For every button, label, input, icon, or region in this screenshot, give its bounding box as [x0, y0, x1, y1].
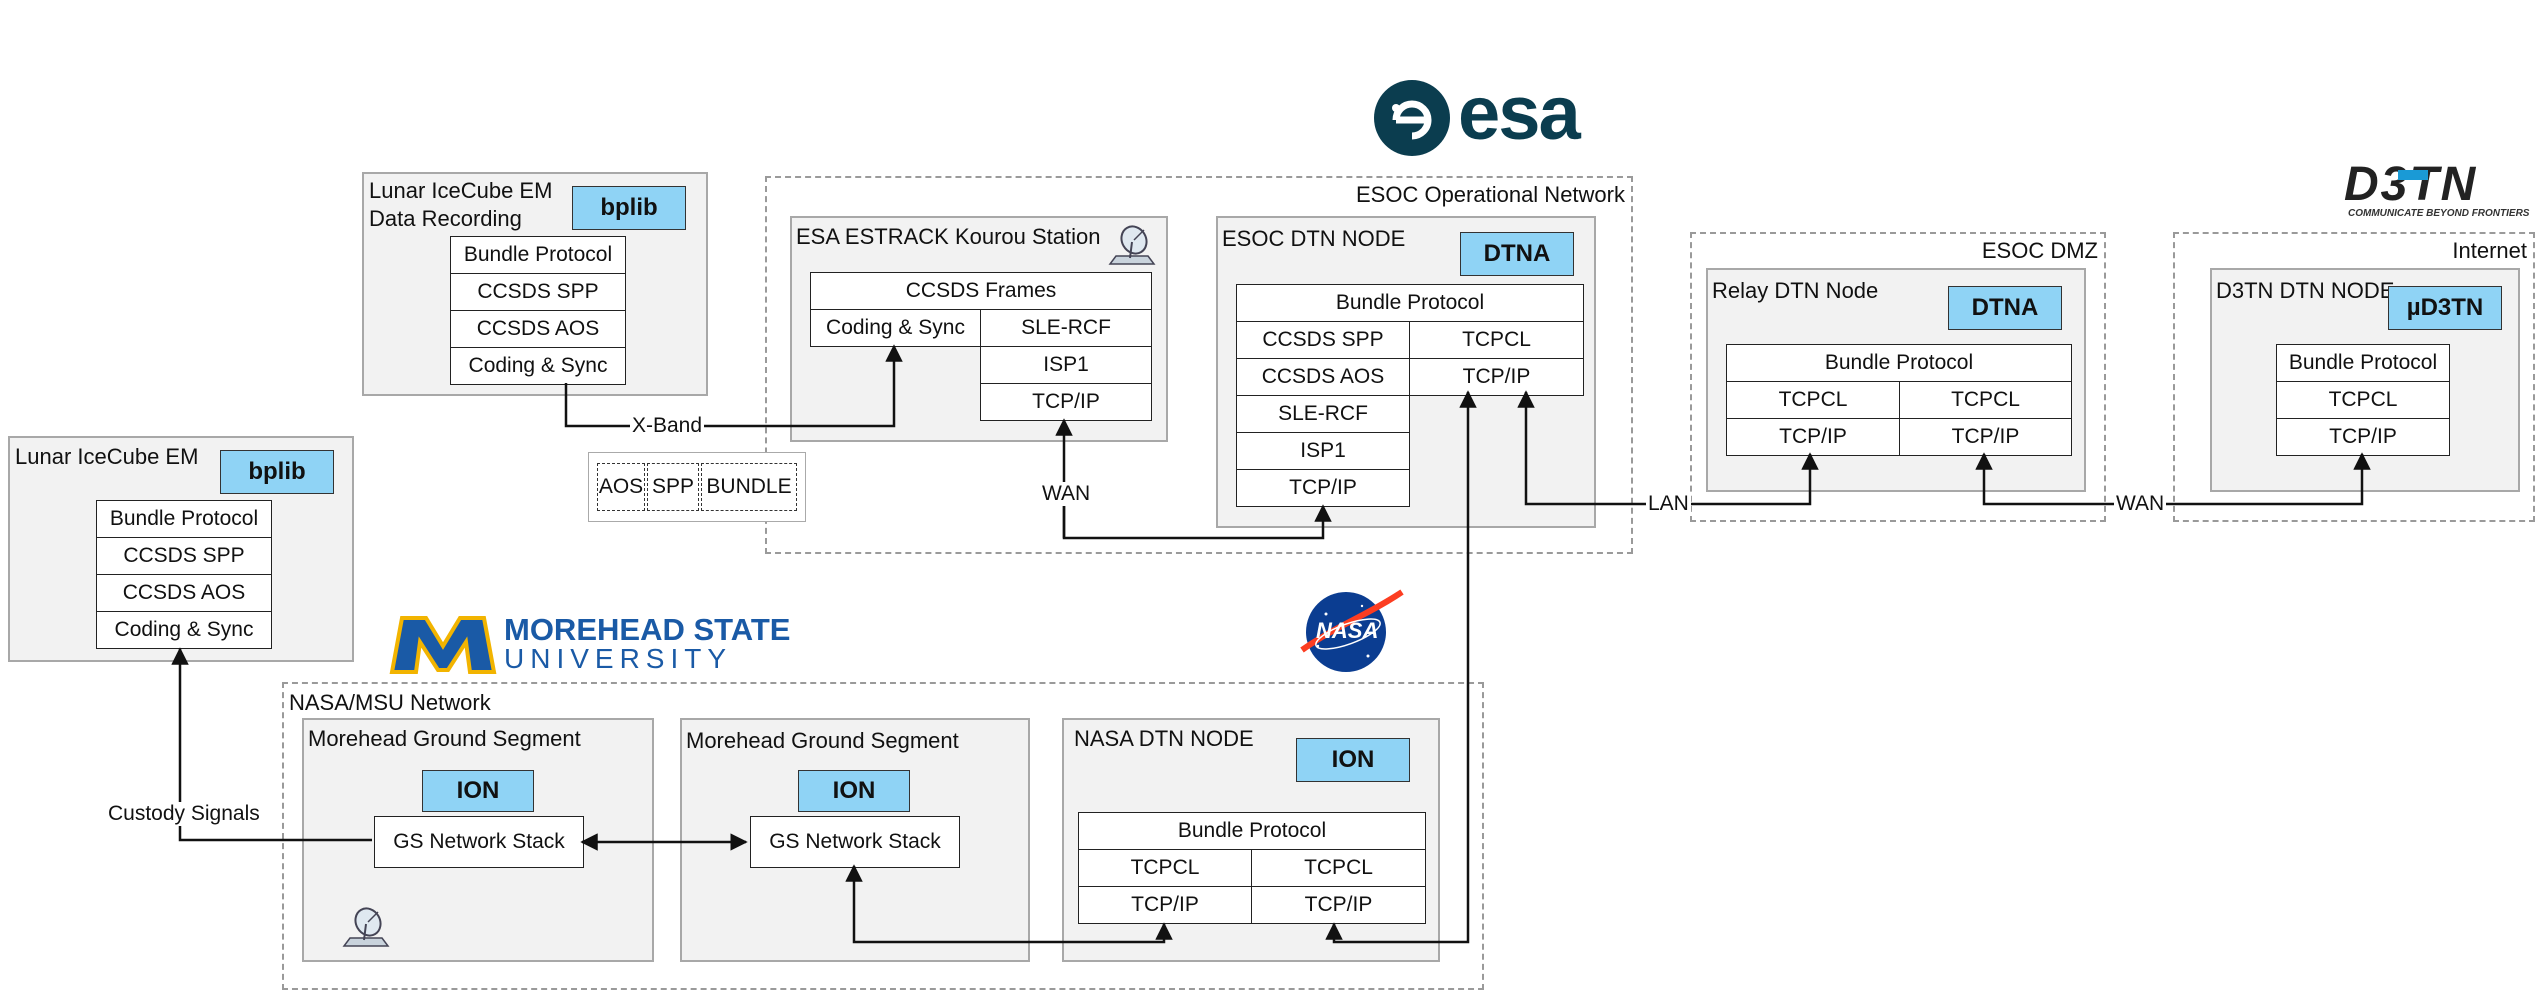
msu-m-emblem-icon [389, 616, 497, 674]
custody-signals-label: Custody Signals [106, 802, 262, 826]
msu-logo: MOREHEAD STATE UNIVERSITY [388, 612, 790, 674]
d3tn-accent [2398, 170, 2428, 180]
msu-wordmark-line1: MOREHEAD STATE [504, 612, 791, 647]
wan-label-1: WAN [1040, 482, 1093, 506]
esa-logo: esa [1372, 72, 1602, 160]
nasa-wordmark: NASA [1316, 618, 1379, 643]
xband-label: X-Band [630, 414, 705, 438]
d3tn-logo: D3TN COMMUNICATE BEYOND FRONTIERS [2340, 160, 2536, 226]
wan-link-kourou-esoc-b [1062, 500, 1332, 540]
nasa-logo: NASA [1296, 586, 1406, 676]
lan-label: LAN [1646, 492, 1691, 516]
d3tn-wordmark: D3TN [2344, 158, 2478, 211]
wan-link-relay-d3tn [1975, 452, 2371, 506]
lan-link [1517, 390, 1819, 506]
xband-link [564, 344, 903, 428]
nasa-gs2-link [845, 864, 1173, 944]
esa-emblem-icon [1374, 80, 1450, 156]
msu-wordmark-line2: UNIVERSITY [504, 643, 733, 674]
wan-label-2: WAN [2114, 492, 2167, 516]
d3tn-tagline: COMMUNICATE BEYOND FRONTIERS [2348, 208, 2530, 219]
esa-wordmark: esa [1458, 71, 1581, 156]
